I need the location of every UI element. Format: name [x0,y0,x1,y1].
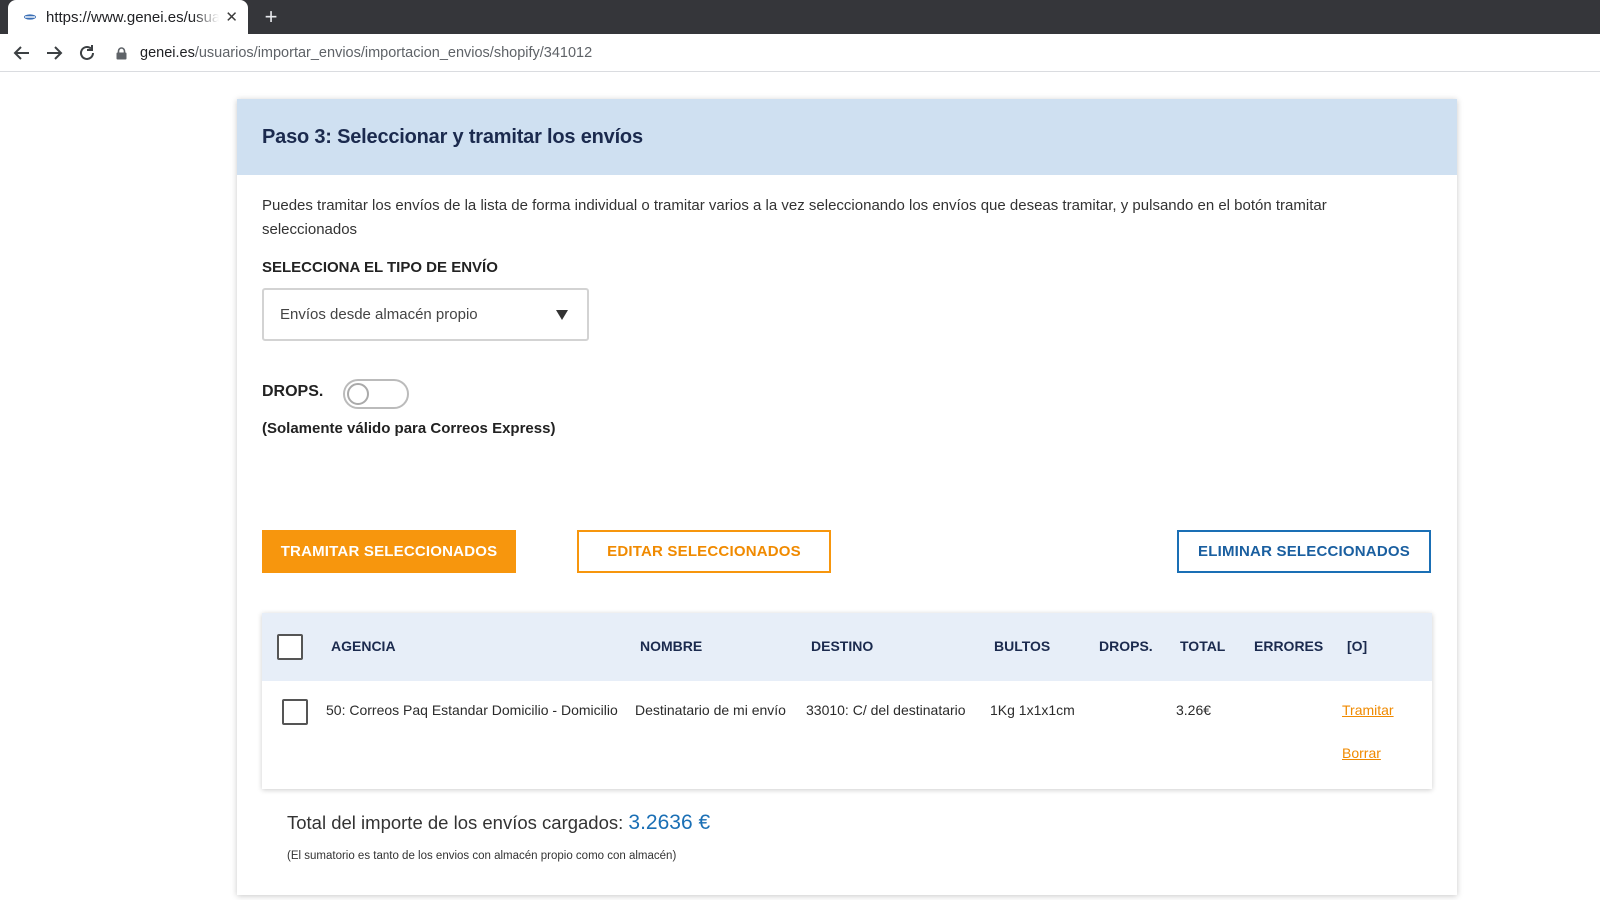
cell-name: Destinatario de mi envío [635,702,786,718]
drops-toggle[interactable] [343,379,409,409]
intro-text: Puedes tramitar los envíos de la lista d… [262,197,1327,238]
back-button[interactable] [9,40,35,66]
total-note: (El sumatorio es tanto de los envios con… [287,850,677,862]
import-step-card: Paso 3: Seleccionar y tramitar los envío… [237,99,1457,895]
total-summary: Total del importe de los envíos cargados… [287,811,710,835]
arrow-right-icon [47,46,63,60]
column-header-name: NOMBRE [640,638,703,654]
table-header: AGENCIA NOMBRE DESTINO BULTOS DROPS. TOT… [262,613,1432,681]
cell-destination: 33010: C/ del destinatario [806,702,966,718]
process-link[interactable]: Tramitar [1342,702,1394,718]
select-all-checkbox[interactable] [277,634,303,660]
url-host: genei.es [140,45,195,61]
column-header-destination: DESTINO [811,638,874,654]
lock-icon [114,46,128,60]
browser-toolbar: genei.es/usuarios/importar_envios/import… [0,34,1600,72]
site-favicon-icon [22,9,38,25]
drops-note: (Solamente válido para Correos Express) [262,420,556,437]
row-checkbox[interactable] [282,699,308,725]
column-header-drops: DROPS. [1099,638,1153,654]
column-header-options: [O] [1347,638,1368,654]
reload-icon [80,45,94,60]
dropdown-arrow-icon [556,309,568,320]
total-label: Total del importe de los envíos cargados… [287,812,624,833]
delete-selected-button[interactable]: ELIMINAR SELECCIONADOS [1177,530,1431,573]
shipping-type-value: Envíos desde almacén propio [280,306,478,323]
arrow-left-icon [13,46,29,60]
shipments-table: AGENCIA NOMBRE DESTINO BULTOS DROPS. TOT… [262,613,1432,789]
card-header: Paso 3: Seleccionar y tramitar los envío… [237,99,1457,175]
shipping-type-select[interactable]: Envíos desde almacén propio [262,288,589,341]
url-path: /usuarios/importar_envios/importacion_en… [194,45,593,61]
close-tab-icon[interactable]: ✕ [225,8,238,26]
new-tab-button[interactable]: + [258,4,284,30]
process-selected-button[interactable]: TRAMITAR SELECCIONADOS [262,530,516,573]
cell-agency: 50: Correos Paq Estandar Domicilio - Dom… [326,702,618,718]
url-text: genei.es/usuarios/importar_envios/import… [140,45,592,61]
column-header-errors: ERRORES [1254,638,1324,654]
column-header-packages: BULTOS [994,638,1051,654]
forward-button[interactable] [41,40,67,66]
total-amount: 3.2636 € [628,811,711,834]
browser-tab[interactable]: https://www.genei.es/usuarios/importar_e… [8,0,248,34]
page-title: Paso 3: Seleccionar y tramitar los envío… [262,125,643,148]
cell-packages: 1Kg 1x1x1cm [990,702,1075,718]
browser-tab-bar: https://www.genei.es/usuarios/importar_e… [0,0,1600,34]
drops-label: DROPS. [262,383,324,400]
edit-selected-button[interactable]: EDITAR SELECCIONADOS [577,530,831,573]
tab-title: https://www.genei.es/usuarios/importar_e… [46,8,220,26]
shipping-type-label: SELECCIONA EL TIPO DE ENVÍO [262,259,498,276]
column-header-total: TOTAL [1180,638,1226,654]
reload-button[interactable] [74,40,100,66]
address-bar[interactable]: genei.es/usuarios/importar_envios/import… [114,38,1594,68]
delete-link[interactable]: Borrar [1342,745,1381,761]
toggle-knob [347,383,369,405]
column-header-agency: AGENCIA [331,638,396,654]
cell-total: 3.26€ [1176,702,1212,718]
